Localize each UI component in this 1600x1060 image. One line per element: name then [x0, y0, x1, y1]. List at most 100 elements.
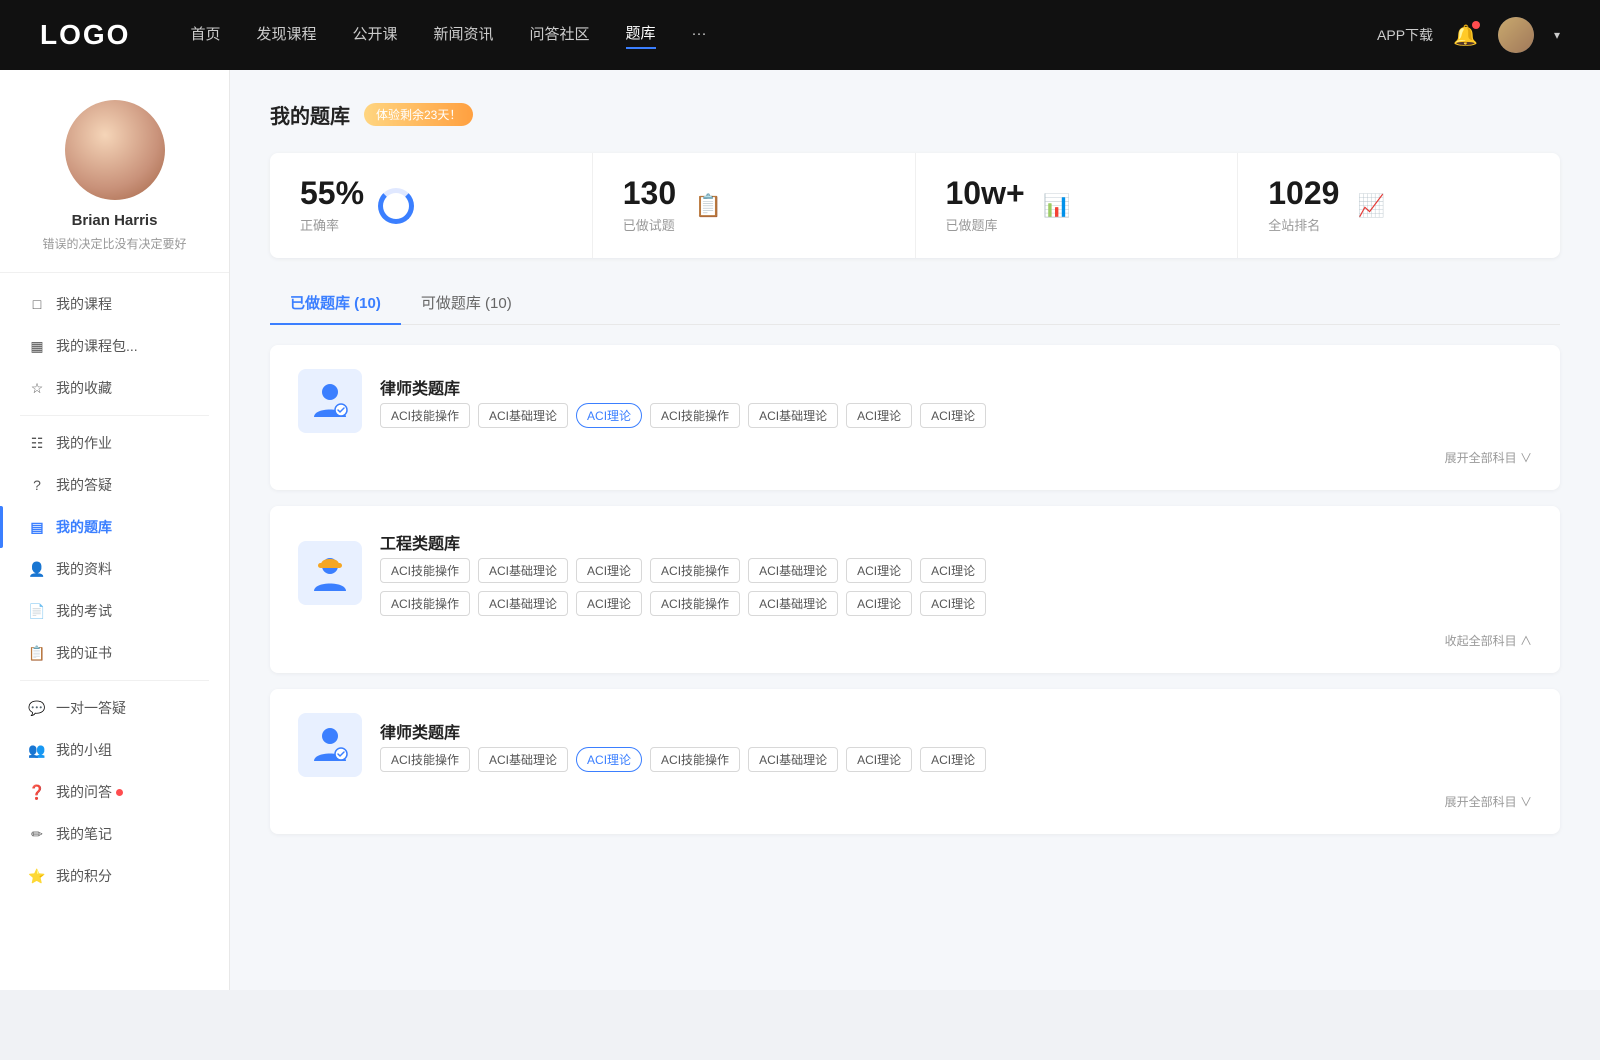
tab-available[interactable]: 可做题库 (10): [401, 282, 532, 325]
nav-logo: LOGO: [40, 19, 130, 51]
nav-link-qa[interactable]: 问答社区: [530, 23, 590, 48]
stat-done-banks: 10w+ 已做题库 📊: [916, 153, 1239, 258]
engineer-icon: [308, 551, 352, 595]
bank-tag[interactable]: ACI基础理论: [478, 558, 568, 583]
nav-link-open-course[interactable]: 公开课: [352, 23, 397, 48]
sidebar-item-cert[interactable]: 📋 我的证书: [0, 632, 229, 674]
bank-tag[interactable]: ACI技能操作: [380, 403, 470, 428]
bank-tag[interactable]: ACI基础理论: [748, 403, 838, 428]
bank-tag[interactable]: ACI基础理论: [478, 403, 568, 428]
collapse-link[interactable]: 收起全部科目 ∧: [1445, 632, 1532, 649]
sidebar-label: 我的笔记: [56, 824, 112, 844]
profile-icon: 👤: [28, 561, 46, 578]
bank-tag[interactable]: ACI理论: [576, 558, 642, 583]
sidebar-item-exam[interactable]: 📄 我的考试: [0, 590, 229, 632]
sidebar-label: 我的作业: [56, 433, 112, 453]
nav-link-home[interactable]: 首页: [190, 23, 220, 48]
exam-icon: 📄: [28, 603, 46, 620]
bank-title: 工程类题库: [380, 530, 1532, 554]
bank-footer: 展开全部科目 ∨: [298, 449, 1532, 466]
avatar: [65, 100, 165, 200]
sidebar-item-notes[interactable]: ✏ 我的笔记: [0, 813, 229, 855]
bank-card-lawyer-2: 律师类题库 ACI技能操作 ACI基础理论 ACI理论 ACI技能操作 ACI基…: [270, 689, 1560, 834]
bank-tag-active[interactable]: ACI理论: [576, 747, 642, 772]
stats-row: 55% 正确率 130 已做试题 📋 10w+ 已做题库 📊: [270, 153, 1560, 258]
bank-header: 律师类题库 ACI技能操作 ACI基础理论 ACI理论 ACI技能操作 ACI基…: [298, 369, 1532, 433]
trial-badge: 体验剩余23天！: [364, 103, 473, 126]
expand-link[interactable]: 展开全部科目 ∨: [1445, 449, 1532, 466]
bank-tag[interactable]: ACI技能操作: [650, 591, 740, 616]
bank-header: 工程类题库 ACI技能操作 ACI基础理论 ACI理论 ACI技能操作 ACI基…: [298, 530, 1532, 616]
sidebar-item-mycourse[interactable]: □ 我的课程: [0, 283, 229, 325]
bank-tag[interactable]: ACI理论: [920, 591, 986, 616]
stat-value: 1029: [1268, 177, 1339, 209]
bank-avatar-engineer: [298, 541, 362, 605]
lawyer-icon: [308, 379, 352, 423]
bank-tag[interactable]: ACI基础理论: [478, 747, 568, 772]
sidebar-item-homework[interactable]: ☷ 我的作业: [0, 422, 229, 464]
sidebar-menu: □ 我的课程 ▦ 我的课程包... ☆ 我的收藏 ☷ 我的作业 ? 我的答疑 ▤: [0, 283, 229, 897]
sidebar-item-qa[interactable]: ? 我的答疑: [0, 464, 229, 506]
bank-tag[interactable]: ACI技能操作: [380, 591, 470, 616]
ranking-icon: 📈: [1353, 188, 1389, 224]
avatar-image: [65, 100, 165, 200]
qa-icon: ?: [28, 477, 46, 493]
nav-link-more[interactable]: ···: [692, 25, 707, 46]
nav-avatar[interactable]: [1498, 17, 1534, 53]
bank-tag[interactable]: ACI技能操作: [380, 558, 470, 583]
bank-tag[interactable]: ACI理论: [920, 747, 986, 772]
nav-chevron-icon[interactable]: ▾: [1554, 28, 1560, 42]
notification-badge: [116, 789, 123, 796]
sidebar-label: 一对一答疑: [56, 698, 126, 718]
stat-done-questions: 130 已做试题 📋: [593, 153, 916, 258]
list-icon: 📋: [690, 188, 726, 224]
bank-footer: 展开全部科目 ∨: [298, 793, 1532, 810]
bank-tag[interactable]: ACI技能操作: [650, 747, 740, 772]
sidebar-item-onetoone[interactable]: 💬 一对一答疑: [0, 687, 229, 729]
stat-text: 130 已做试题: [623, 177, 676, 234]
bank-tag[interactable]: ACI理论: [846, 403, 912, 428]
points-icon: ⭐: [28, 868, 46, 885]
bank-icon: ▤: [28, 519, 46, 536]
bank-tag[interactable]: ACI理论: [846, 591, 912, 616]
bank-tag[interactable]: ACI理论: [920, 558, 986, 583]
bank-tag[interactable]: ACI理论: [920, 403, 986, 428]
sidebar-item-profile[interactable]: 👤 我的资料: [0, 548, 229, 590]
nav-bell-button[interactable]: 🔔: [1453, 23, 1478, 48]
bank-card-lawyer-1: 律师类题库 ACI技能操作 ACI基础理论 ACI理论 ACI技能操作 ACI基…: [270, 345, 1560, 490]
bank-tag[interactable]: ACI理论: [576, 591, 642, 616]
bank-tag[interactable]: ACI基础理论: [748, 558, 838, 583]
sidebar-item-questionbank[interactable]: ▤ 我的题库: [0, 506, 229, 548]
sidebar-label: 我的收藏: [56, 378, 112, 398]
bank-tag[interactable]: ACI理论: [846, 558, 912, 583]
sidebar-item-coursepack[interactable]: ▦ 我的课程包...: [0, 325, 229, 367]
bank-tag[interactable]: ACI基础理论: [748, 591, 838, 616]
bank-tag[interactable]: ACI技能操作: [650, 403, 740, 428]
sidebar-item-points[interactable]: ⭐ 我的积分: [0, 855, 229, 897]
bank-tag[interactable]: ACI技能操作: [380, 747, 470, 772]
bank-tags: ACI技能操作 ACI基础理论 ACI理论 ACI技能操作 ACI基础理论 AC…: [380, 747, 986, 772]
bank-tag[interactable]: ACI基础理论: [748, 747, 838, 772]
nav-link-courses[interactable]: 发现课程: [256, 23, 316, 48]
stat-label: 正确率: [300, 215, 364, 234]
nav-link-news[interactable]: 新闻资讯: [434, 23, 494, 48]
sidebar-label: 我的题库: [56, 517, 112, 537]
bank-tag[interactable]: ACI技能操作: [650, 558, 740, 583]
bank-title: 律师类题库: [380, 719, 986, 743]
bank-tags-row2: ACI技能操作 ACI基础理论 ACI理论 ACI技能操作 ACI基础理论 AC…: [380, 591, 1532, 616]
nav-link-bank[interactable]: 题库: [626, 22, 656, 49]
sidebar-item-favorites[interactable]: ☆ 我的收藏: [0, 367, 229, 409]
sidebar-label: 我的课程包...: [56, 336, 138, 356]
coursepack-icon: ▦: [28, 338, 46, 355]
onetoone-icon: 💬: [28, 700, 46, 717]
tab-bar: 已做题库 (10) 可做题库 (10): [270, 282, 1560, 325]
sidebar-item-group[interactable]: 👥 我的小组: [0, 729, 229, 771]
tab-done[interactable]: 已做题库 (10): [270, 282, 401, 325]
bank-tag[interactable]: ACI理论: [846, 747, 912, 772]
bank-tag-active[interactable]: ACI理论: [576, 403, 642, 428]
bank-tag[interactable]: ACI基础理论: [478, 591, 568, 616]
nav-app-download[interactable]: APP下载: [1377, 25, 1433, 45]
sidebar-item-questions[interactable]: ❓ 我的问答: [0, 771, 229, 813]
sidebar-label: 我的问答: [56, 782, 112, 802]
expand-link-2[interactable]: 展开全部科目 ∨: [1445, 793, 1532, 810]
